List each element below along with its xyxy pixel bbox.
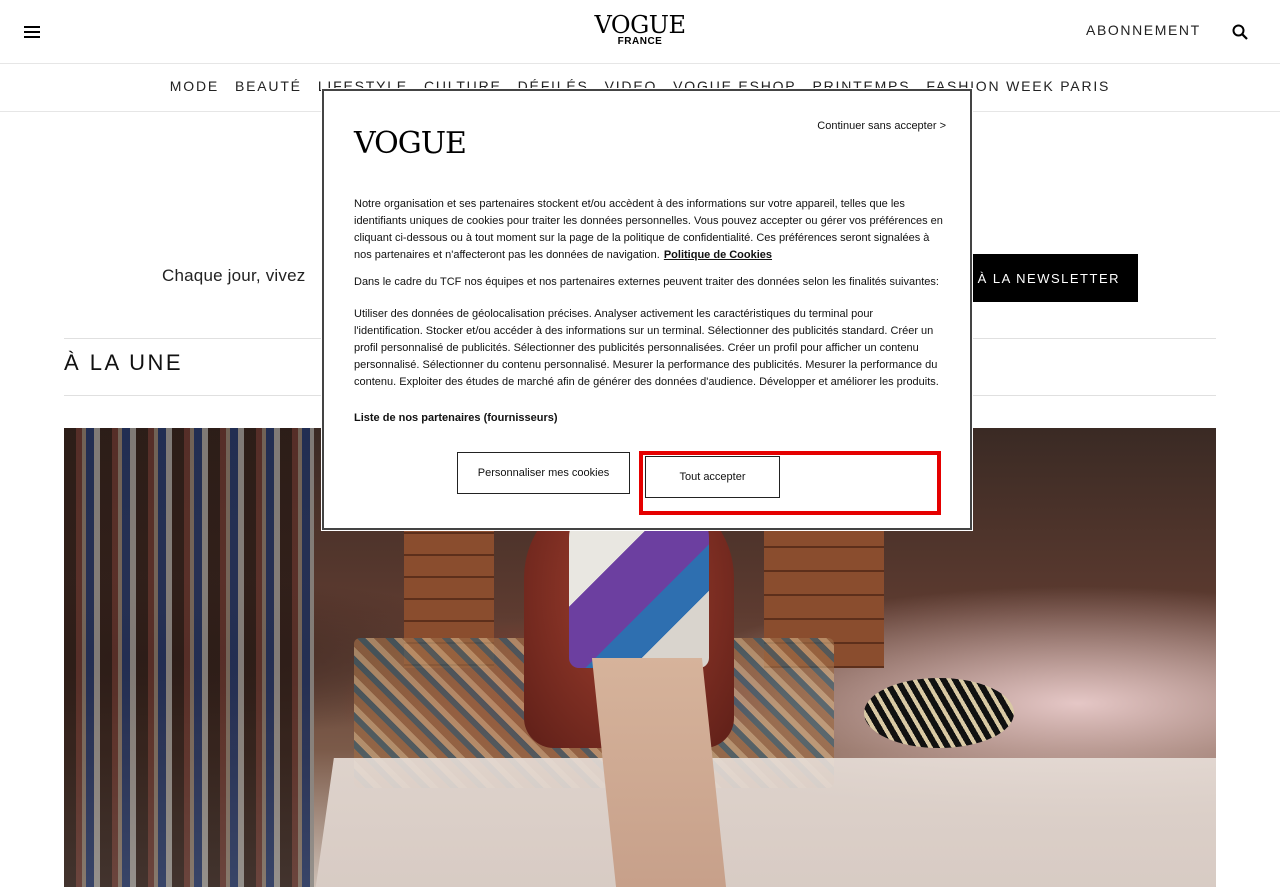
cookie-consent-dialog: VOGUE Continuer sans accepter > Notre or… [322,89,972,530]
nav-item-beaute[interactable]: BEAUTÉ [235,78,302,94]
tcf-purposes-intro: Dans le cadre du TCF nos équipes et nos … [354,276,939,288]
top-header: VOGUE FRANCE ABONNEMENT [0,0,1280,64]
search-icon[interactable] [1232,24,1248,40]
consent-intro-body: Notre organisation et ses partenaires st… [354,198,943,261]
consent-intro-text: Notre organisation et ses partenaires st… [354,196,944,264]
logo-wordmark: VOGUE [594,11,686,39]
hero-hat [864,678,1014,748]
hero-clothes-rack [64,428,314,887]
partners-list-link[interactable]: Liste de nos partenaires (fournisseurs) [354,412,558,424]
newsletter-tagline: Chaque jour, vivez [162,266,306,285]
hero-floor [314,758,1216,887]
continue-without-accepting-link[interactable]: Continuer sans accepter > [817,120,946,132]
customize-cookies-button[interactable]: Personnaliser mes cookies [457,452,630,494]
site-logo[interactable]: VOGUE FRANCE [594,11,686,47]
nav-item-mode[interactable]: MODE [170,78,219,94]
cookie-policy-link[interactable]: Politique de Cookies [664,249,772,261]
tcf-purposes-list: Utiliser des données de géolocalisation … [354,308,939,388]
hamburger-menu-icon[interactable] [24,26,40,38]
accept-all-button[interactable]: Tout accepter [645,456,780,498]
section-title: À LA UNE [64,350,184,375]
subscribe-link[interactable]: ABONNEMENT [1086,22,1201,38]
dialog-logo: VOGUE [354,126,467,161]
